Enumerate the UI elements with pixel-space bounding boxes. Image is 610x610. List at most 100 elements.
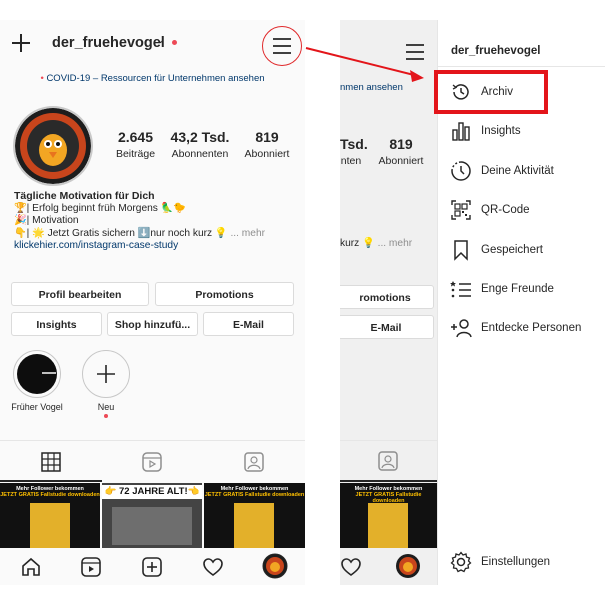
grid-icon[interactable] bbox=[40, 451, 62, 473]
heart-icon bbox=[341, 558, 361, 576]
heart-icon[interactable] bbox=[202, 556, 224, 578]
tagged-icon[interactable] bbox=[243, 451, 265, 473]
menu-item-settings[interactable]: Einstellungen bbox=[438, 547, 605, 577]
profile-stats: 2.645 Beiträge 43,2 Tsd. Abonnenten 819 … bbox=[108, 129, 298, 169]
posts-count: 2.645 bbox=[117, 129, 154, 145]
bio-name: Tägliche Motivation für Dich bbox=[14, 190, 155, 202]
notification-dot bbox=[172, 40, 177, 45]
activity-icon bbox=[451, 161, 471, 181]
chevron-down-icon[interactable]: ⌄ bbox=[156, 33, 165, 46]
menu-item-qr-code[interactable]: QR-Code bbox=[438, 195, 605, 225]
menu-item-discover-people[interactable]: Entdecke Personen bbox=[438, 313, 605, 343]
insights-icon bbox=[452, 122, 470, 141]
close-friends-icon bbox=[450, 281, 471, 298]
covid-banner[interactable]: • COVID-19 – Ressourcen für Unternehmen … bbox=[0, 62, 305, 96]
stat-num: 819 bbox=[389, 136, 413, 152]
tagged-icon bbox=[378, 451, 398, 471]
qr-code-icon bbox=[451, 200, 471, 220]
stat-label: nten bbox=[340, 155, 362, 167]
following-label: Abonniert bbox=[244, 148, 290, 160]
promotions-button-partial: romotions bbox=[340, 285, 434, 309]
menu-item-label: Gespeichert bbox=[481, 244, 544, 256]
email-button-partial: E-Mail bbox=[340, 315, 434, 339]
promotions-button[interactable]: Promotions bbox=[155, 282, 294, 306]
posts-label: Beiträge bbox=[115, 148, 156, 160]
reels-icon[interactable] bbox=[80, 556, 102, 578]
study-cover-image bbox=[234, 503, 274, 548]
highlight-new[interactable]: Neu bbox=[76, 350, 136, 418]
menu-item-label: Deine Aktivität bbox=[481, 165, 554, 177]
thumb-text: 👉 72 JAHRE ALT!👈 bbox=[102, 485, 202, 499]
profile-tabs bbox=[0, 440, 305, 483]
bio-more-link: ... mehr bbox=[377, 238, 413, 249]
profile-avatar-icon bbox=[396, 554, 420, 578]
hamburger-icon bbox=[273, 38, 291, 54]
menu-item-label: Einstellungen bbox=[481, 556, 551, 568]
profile-screen: der_fruehevogel ⌄ • COVID-19 – Ressource… bbox=[0, 20, 305, 585]
post-thumbnail[interactable]: Mehr Follower bekommen JETZT GRATIS Fall… bbox=[0, 483, 100, 548]
notification-dot bbox=[104, 414, 108, 418]
post-thumbnail[interactable]: 👉 72 JAHRE ALT!👈 bbox=[102, 483, 202, 548]
plus-icon[interactable] bbox=[10, 32, 32, 54]
menu-item-label: Insights bbox=[481, 125, 521, 137]
stat-label: Abonniert bbox=[378, 155, 424, 167]
posts-stat[interactable]: 2.645 Beiträge bbox=[108, 129, 163, 160]
post-thumbnail[interactable]: Mehr Follower bekommen JETZT GRATIS Fall… bbox=[204, 483, 305, 548]
divider bbox=[438, 66, 605, 67]
profile-avatar[interactable] bbox=[13, 106, 93, 186]
bio-line-3: 👇| 🌟 Jetzt Gratis sichern ⬇️nur noch kur… bbox=[14, 227, 228, 239]
new-highlight-ring bbox=[82, 350, 130, 398]
post-grid: Mehr Follower bekommen JETZT GRATIS Fall… bbox=[0, 483, 305, 548]
menu-item-label: Enge Freunde bbox=[481, 283, 554, 295]
menu-item-close-friends[interactable]: Enge Freunde bbox=[438, 274, 605, 304]
following-count: 819 bbox=[255, 129, 279, 145]
bio-link[interactable]: klickehier.com/instagram-case-study bbox=[14, 240, 299, 253]
add-shop-button[interactable]: Shop hinzufü... bbox=[107, 312, 198, 336]
bio-text: kurz 💡 bbox=[340, 238, 375, 249]
bio-partial: kurz 💡 ... mehr bbox=[340, 238, 412, 249]
menu-item-label: Entdecke Personen bbox=[481, 322, 582, 334]
menu-item-saved[interactable]: Gespeichert bbox=[438, 235, 605, 265]
highlight-label: Früher Vogel bbox=[11, 402, 63, 412]
menu-screen: nmen ansehen Tsd. nten 819 Abonniert kur… bbox=[340, 20, 605, 585]
following-stat-partial: 819 Abonniert bbox=[372, 136, 430, 167]
post-thumbnail: Mehr Follower bekommen JETZT GRATIS Fall… bbox=[340, 483, 437, 548]
covid-banner-partial: nmen ansehen bbox=[340, 82, 403, 93]
dimmed-profile-background: nmen ansehen Tsd. nten 819 Abonniert kur… bbox=[340, 20, 437, 585]
hamburger-icon[interactable] bbox=[404, 42, 426, 62]
profile-avatar-icon[interactable] bbox=[262, 553, 288, 579]
username-title[interactable]: der_fruehevogel bbox=[52, 35, 165, 51]
drawer-username: der_fruehevogel bbox=[451, 45, 541, 57]
insights-button[interactable]: Insights bbox=[11, 312, 102, 336]
home-icon[interactable] bbox=[20, 556, 42, 578]
following-stat[interactable]: 819 Abonniert bbox=[238, 129, 296, 160]
bio-line-2: 🎉| Motivation bbox=[14, 215, 79, 226]
bio-line-1: 🏆| Erfolg beginnt früh Morgens 🦜🐤 bbox=[14, 202, 187, 214]
bottom-navigation bbox=[0, 548, 305, 585]
study-cover-image bbox=[30, 503, 70, 548]
new-post-icon[interactable] bbox=[141, 556, 163, 578]
reels-icon[interactable] bbox=[141, 451, 163, 473]
edit-profile-button[interactable]: Profil bearbeiten bbox=[11, 282, 149, 306]
thumb-text: JETZT GRATIS Fallstudie downloaden bbox=[204, 492, 305, 498]
followers-stat[interactable]: 43,2 Tsd. Abonnenten bbox=[166, 129, 234, 160]
stat-num: Tsd. bbox=[340, 136, 368, 152]
menu-item-activity[interactable]: Deine Aktivität bbox=[438, 156, 605, 186]
followers-stat-partial: Tsd. nten bbox=[340, 136, 368, 167]
highlight-frueher-vogel[interactable]: Früher Vogel bbox=[7, 350, 67, 412]
covid-banner-text[interactable]: COVID-19 – Ressourcen für Unternehmen an… bbox=[46, 73, 264, 84]
bio-more-link[interactable]: ... mehr bbox=[230, 228, 265, 239]
profile-bio: Tägliche Motivation für Dich 🏆| Erfolg b… bbox=[14, 190, 299, 253]
active-tab-indicator bbox=[0, 480, 102, 482]
menu-button[interactable] bbox=[262, 26, 302, 66]
bookmark-icon bbox=[454, 240, 468, 261]
plus-icon bbox=[97, 365, 115, 383]
highlight-cover bbox=[13, 350, 61, 398]
archive-highlight-annotation bbox=[434, 70, 548, 114]
profile-top-bar: der_fruehevogel ⌄ bbox=[0, 20, 305, 66]
email-button[interactable]: E-Mail bbox=[203, 312, 294, 336]
menu-item-insights[interactable]: Insights bbox=[438, 116, 605, 146]
thumb-text: JETZT GRATIS Fallstudie downloaden bbox=[0, 492, 100, 498]
highlight-label: Neu bbox=[97, 402, 115, 412]
followers-count: 43,2 Tsd. bbox=[170, 129, 230, 145]
